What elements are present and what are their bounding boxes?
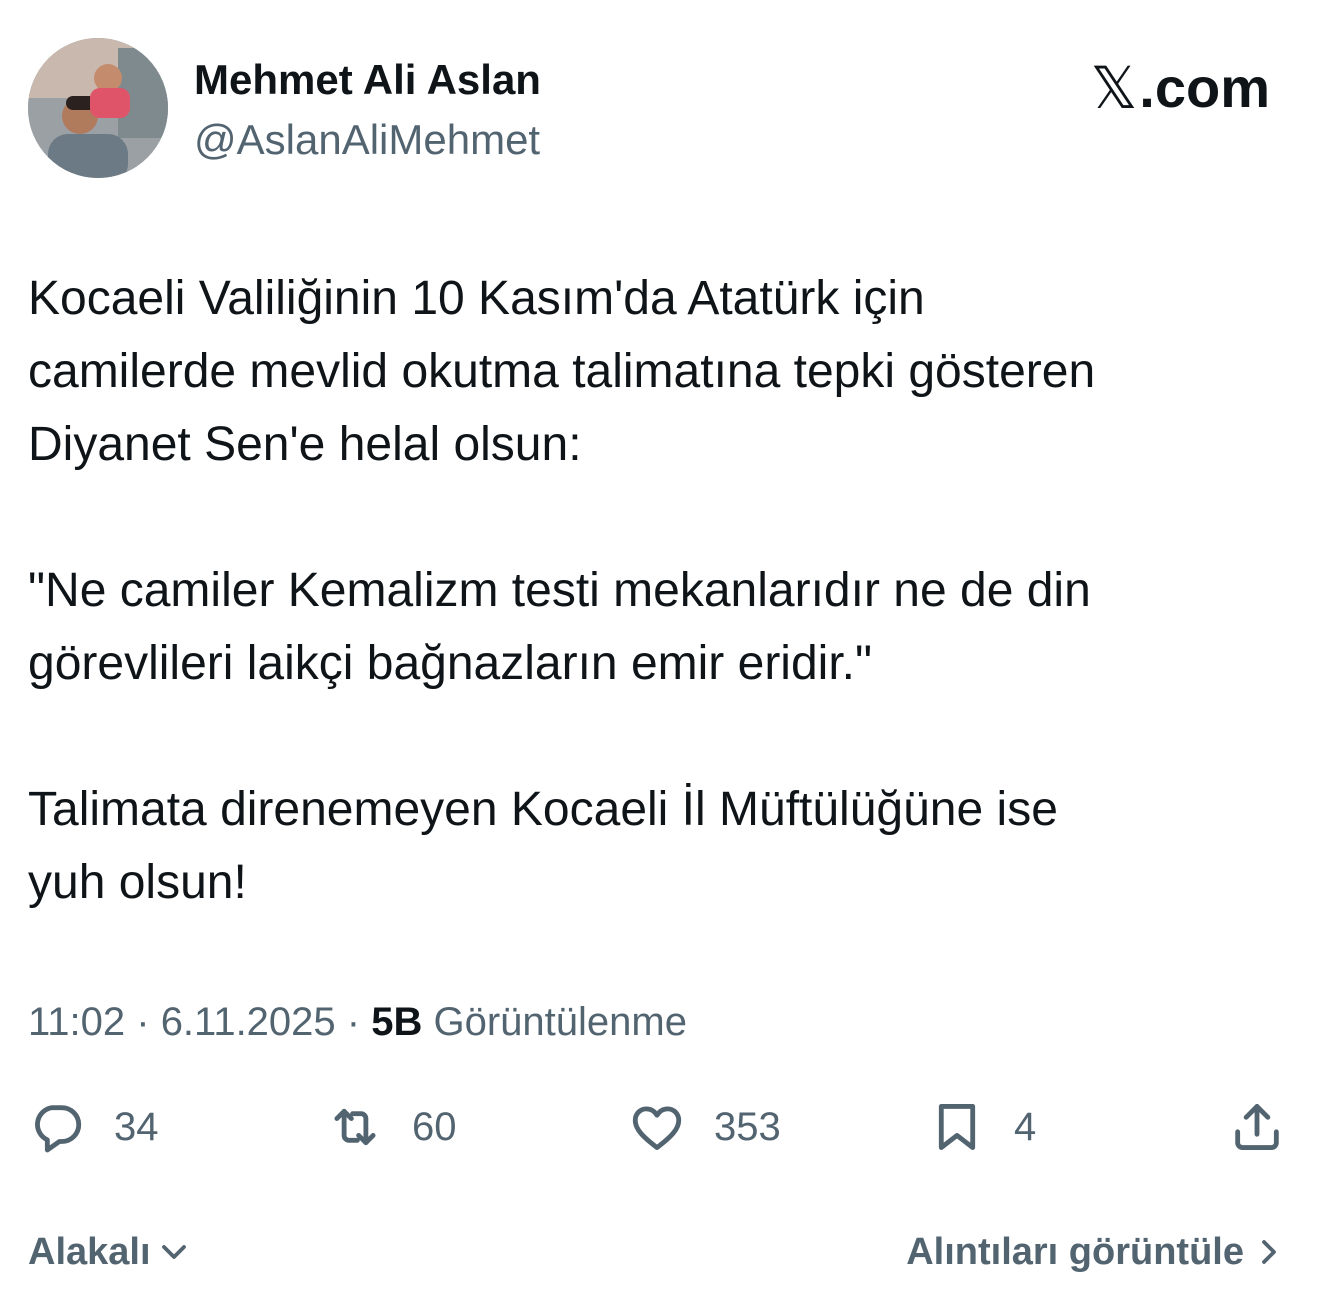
x-com-logo: 𝕏 .com: [1091, 56, 1270, 120]
repost-count: 60: [412, 1104, 457, 1149]
repost-button[interactable]: 60: [326, 1092, 457, 1162]
reply-count: 34: [114, 1104, 159, 1149]
like-count: 353: [714, 1104, 781, 1149]
avatar[interactable]: [28, 38, 168, 178]
view-quotes-link[interactable]: Alıntıları görüntüle: [906, 1222, 1284, 1282]
share-button[interactable]: [1228, 1092, 1286, 1162]
reply-button[interactable]: 34: [28, 1092, 159, 1162]
action-bar: 34 60 353 4: [0, 1092, 1320, 1162]
tweet-paragraph: Kocaeli Valiliğinin 10 Kasım'da Atatürk …: [28, 272, 1096, 471]
author-display-name[interactable]: Mehmet Ali Aslan: [194, 54, 541, 106]
tweet-date[interactable]: 6.11.2025: [161, 1000, 336, 1044]
view-quotes-label: Alıntıları görüntüle: [906, 1231, 1244, 1273]
tweet-meta: 11:02 · 6.11.2025 · 5B Görüntülenme: [28, 996, 687, 1048]
bookmark-button[interactable]: 4: [928, 1092, 1036, 1162]
author-handle[interactable]: @AslanAliMehmet: [194, 114, 540, 166]
chevron-right-icon: [1262, 1240, 1276, 1264]
meta-separator: ·: [335, 1000, 372, 1044]
bookmark-icon: [938, 1104, 976, 1150]
tweet-paragraph: "Ne camiler Kemalizm testi mekanlarıdır …: [28, 564, 1091, 690]
share-icon: [1235, 1104, 1279, 1150]
meta-separator: ·: [125, 1000, 161, 1044]
repost-icon: [334, 1108, 376, 1146]
reply-icon: [35, 1105, 82, 1153]
views-count: 5B: [371, 1000, 423, 1044]
related-label: Alakalı: [28, 1231, 151, 1273]
avatar-photo: [28, 38, 168, 178]
chevron-down-icon: [161, 1245, 186, 1259]
brand-suffix: .com: [1139, 56, 1270, 119]
heart-icon: [632, 1106, 682, 1150]
tweet-time[interactable]: 11:02: [28, 1000, 125, 1044]
tweet-paragraph: Talimata direnemeyen Kocaeli İl Müftülüğ…: [28, 783, 1058, 909]
tweet-text: Kocaeli Valiliğinin 10 Kasım'da Atatürk …: [28, 262, 1292, 919]
views-label: Görüntülenme: [433, 1000, 687, 1044]
related-dropdown[interactable]: Alakalı: [28, 1222, 189, 1282]
x-logo-icon: 𝕏: [1090, 54, 1138, 122]
bookmark-count: 4: [1014, 1104, 1037, 1149]
tweet-footer: Alakalı Alıntıları görüntüle: [28, 1222, 1284, 1282]
like-button[interactable]: 353: [628, 1092, 781, 1162]
